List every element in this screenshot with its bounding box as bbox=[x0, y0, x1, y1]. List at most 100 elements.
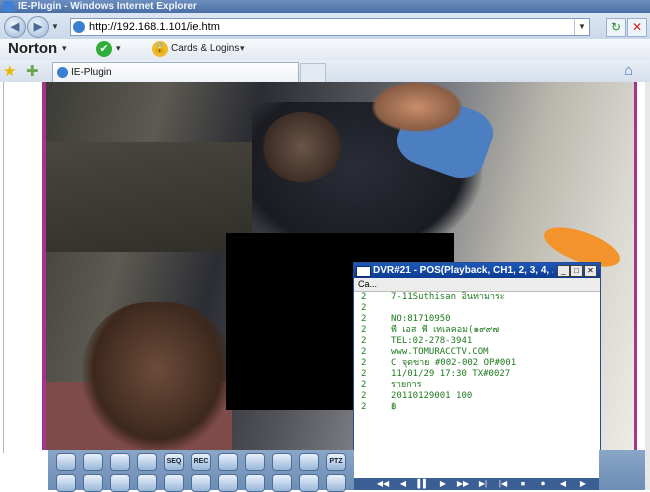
tab-ie-plugin[interactable]: IE-Plugin bbox=[52, 62, 299, 83]
pos-line-text: TEL:02-278-3941 bbox=[391, 336, 473, 346]
player-button[interactable]: PTZ bbox=[326, 453, 346, 471]
chevron-down-icon[interactable]: ▾ bbox=[116, 43, 121, 54]
close-button[interactable]: ✕ bbox=[584, 265, 597, 277]
video-region bbox=[372, 82, 462, 132]
player-button[interactable]: REC bbox=[191, 453, 211, 471]
pos-line-channel: 2 bbox=[361, 325, 367, 335]
camera-border bbox=[634, 82, 637, 450]
refresh-button[interactable]: ↻ bbox=[606, 18, 626, 37]
pos-line-channel: 2 bbox=[361, 369, 367, 379]
player-button[interactable] bbox=[110, 453, 130, 471]
playback-button[interactable]: ◀ bbox=[394, 478, 412, 490]
video-region bbox=[262, 112, 342, 182]
video-region bbox=[82, 302, 232, 450]
player-button[interactable] bbox=[56, 453, 76, 471]
back-button[interactable]: ◀ bbox=[4, 16, 26, 38]
player-button[interactable] bbox=[272, 474, 292, 492]
chevron-down-icon[interactable]: ▼ bbox=[574, 19, 589, 35]
pos-window-title: DVR#21 - POS(Playback, CH1, 2, 3, 4, ... bbox=[373, 265, 553, 276]
playback-button[interactable]: ▶| bbox=[474, 478, 492, 490]
player-button[interactable] bbox=[83, 453, 103, 471]
pos-line-channel: 2 bbox=[361, 347, 367, 357]
player-toolbar: SEQ REC PTZ bbox=[48, 450, 354, 492]
pos-line-text: www.TOMURACCTV.COM bbox=[391, 347, 489, 357]
add-favorites-icon[interactable]: ✚ bbox=[26, 62, 39, 80]
playback-button[interactable]: |◀ bbox=[494, 478, 512, 490]
chevron-down-icon[interactable]: ▾ bbox=[240, 43, 245, 54]
address-url[interactable]: http://192.168.1.101/ie.htm bbox=[89, 19, 220, 35]
player-button[interactable] bbox=[218, 453, 238, 471]
playback-button[interactable]: ◀ bbox=[554, 478, 572, 490]
pos-window-title-bar[interactable]: DVR#21 - POS(Playback, CH1, 2, 3, 4, ...… bbox=[354, 263, 600, 278]
pos-line-channel: 2 bbox=[361, 358, 367, 368]
pos-menu-bar: Ca... bbox=[354, 278, 600, 292]
playback-button[interactable]: ▶ bbox=[574, 478, 592, 490]
check-icon[interactable]: ✔ bbox=[96, 41, 112, 57]
player-button[interactable] bbox=[245, 474, 265, 492]
player-button[interactable] bbox=[218, 474, 238, 492]
video-region bbox=[42, 142, 252, 252]
pos-line-channel: 2 bbox=[361, 402, 367, 412]
pos-line-text: 11/01/29 17:30 TX#0027 bbox=[391, 369, 511, 379]
address-toolbar: ◀ ▶ ▼ http://192.168.1.101/ie.htm ▼ ↻ ✕ bbox=[0, 13, 650, 39]
ie-icon bbox=[3, 1, 14, 12]
playback-button[interactable]: ▌▌ bbox=[414, 478, 432, 490]
window-title: IE-Plugin - Windows Internet Explorer bbox=[18, 1, 197, 12]
player-button[interactable] bbox=[191, 474, 211, 492]
playback-button[interactable]: ◀◀ bbox=[374, 478, 392, 490]
window-title-bar: IE-Plugin - Windows Internet Explorer bbox=[0, 0, 650, 13]
pos-line-text: C จุดขาย #002-002 OP#001 bbox=[391, 358, 517, 368]
player-button[interactable] bbox=[299, 474, 319, 492]
playback-button[interactable]: ⏺ bbox=[534, 478, 552, 490]
player-button[interactable] bbox=[137, 474, 157, 492]
player-button[interactable] bbox=[299, 453, 319, 471]
player-button[interactable] bbox=[56, 474, 76, 492]
playback-button[interactable]: ▶ bbox=[434, 478, 452, 490]
page-scrollbar[interactable] bbox=[645, 82, 650, 490]
history-dropdown-icon[interactable]: ▼ bbox=[51, 22, 59, 31]
pos-line-text: รายการ bbox=[391, 380, 422, 390]
new-tab-button[interactable] bbox=[300, 63, 326, 83]
player-button[interactable] bbox=[272, 453, 292, 471]
pos-line-channel: 2 bbox=[361, 292, 367, 302]
player-button[interactable] bbox=[326, 474, 346, 492]
pos-line-channel: 2 bbox=[361, 391, 367, 401]
player-toolbar-right bbox=[599, 450, 645, 490]
stop-button[interactable]: ✕ bbox=[627, 18, 647, 37]
player-button[interactable] bbox=[164, 474, 184, 492]
forward-arrow-icon: ▶ bbox=[33, 21, 43, 33]
lock-icon[interactable]: 🔒 bbox=[152, 41, 168, 57]
playback-button[interactable]: ⏹ bbox=[514, 478, 532, 490]
tab-label: IE-Plugin bbox=[71, 67, 112, 78]
forward-button[interactable]: ▶ bbox=[27, 16, 49, 38]
camera-border bbox=[42, 82, 46, 450]
player-button[interactable] bbox=[245, 453, 265, 471]
playback-button[interactable]: ▶▶ bbox=[454, 478, 472, 490]
menu-item-camera[interactable]: Ca... bbox=[358, 278, 377, 291]
chevron-down-icon[interactable]: ▾ bbox=[62, 43, 67, 54]
pos-window[interactable]: DVR#21 - POS(Playback, CH1, 2, 3, 4, ...… bbox=[353, 262, 601, 482]
cards-logins-button[interactable]: Cards & Logins bbox=[171, 42, 239, 56]
pos-line-channel: 2 bbox=[361, 314, 367, 324]
norton-toolbar: Norton ▾ ✔ ▾ 🔒 Cards & Logins ▾ bbox=[0, 39, 650, 61]
page-icon bbox=[73, 21, 85, 33]
player-button[interactable] bbox=[83, 474, 103, 492]
pos-line-channel: 2 bbox=[361, 336, 367, 346]
player-button[interactable] bbox=[137, 453, 157, 471]
tab-bar: ★ ✚ IE-Plugin ⌂ bbox=[0, 60, 650, 83]
home-icon[interactable]: ⌂ bbox=[624, 62, 633, 79]
pos-line-text: ฿ bbox=[391, 402, 397, 412]
pos-line-text: 7-11Suthisan อินทามาระ bbox=[391, 292, 505, 302]
refresh-icon: ↻ bbox=[610, 20, 622, 34]
player-button[interactable] bbox=[110, 474, 130, 492]
maximize-button[interactable]: □ bbox=[570, 265, 583, 277]
favorites-star-icon[interactable]: ★ bbox=[3, 62, 16, 80]
norton-button[interactable]: Norton bbox=[8, 40, 57, 58]
player-button[interactable]: SEQ bbox=[164, 453, 184, 471]
pos-line-text: พี เอส พี เทเลคอม(๑๙๙๗ bbox=[391, 325, 500, 335]
pos-text-list: 2 7-11Suthisan อินทามาระ 2 2 NO:81710950 2 พี… bbox=[354, 292, 600, 481]
address-bar[interactable]: http://192.168.1.101/ie.htm ▼ bbox=[70, 18, 590, 36]
playback-controls: ◀◀ ◀ ▌▌ ▶ ▶▶ ▶| |◀ ⏹ ⏺ ◀ ▶ bbox=[354, 478, 599, 490]
minimize-button[interactable]: _ bbox=[557, 265, 570, 277]
pos-line-channel: 2 bbox=[361, 380, 367, 390]
